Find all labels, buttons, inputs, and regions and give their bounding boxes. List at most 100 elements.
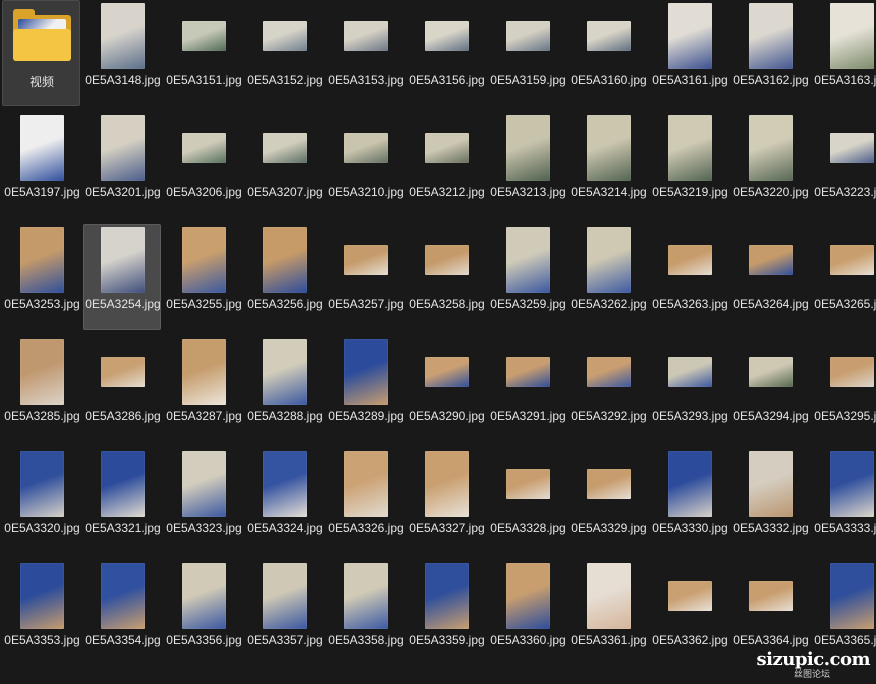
file-item[interactable]: 0E5A3207.jpg (245, 112, 323, 218)
file-item[interactable]: 0E5A3291.jpg (488, 336, 566, 442)
file-item[interactable]: 0E5A3356.jpg (164, 560, 242, 666)
file-item[interactable]: 0E5A3288.jpg (245, 336, 323, 442)
image-thumbnail (20, 451, 64, 517)
file-item[interactable]: 0E5A3360.jpg (488, 560, 566, 666)
file-item[interactable]: 0E5A3361.jpg (569, 560, 647, 666)
file-name: 0E5A3356.jpg (166, 633, 242, 647)
file-item[interactable]: 0E5A3254.jpg (83, 224, 161, 330)
file-name: 0E5A3256.jpg (247, 297, 323, 311)
thumbnail-frame (489, 449, 567, 519)
thumbnail-frame (651, 561, 729, 631)
file-item[interactable]: 0E5A3353.jpg (2, 560, 80, 666)
file-name: 0E5A3362.jpg (652, 633, 728, 647)
thumbnail-frame (651, 337, 729, 407)
file-item[interactable]: 0E5A3286.jpg (83, 336, 161, 442)
file-item[interactable]: 0E5A3354.jpg (83, 560, 161, 666)
image-thumbnail (263, 133, 307, 163)
file-item[interactable]: 0E5A3321.jpg (83, 448, 161, 554)
file-item[interactable]: 0E5A3289.jpg (326, 336, 404, 442)
image-thumbnail (830, 451, 874, 517)
file-item[interactable]: 0E5A3293.jpg (650, 336, 728, 442)
file-item[interactable]: 0E5A3285.jpg (2, 336, 80, 442)
image-thumbnail (344, 451, 388, 517)
file-item[interactable]: 0E5A3201.jpg (83, 112, 161, 218)
file-name: 0E5A3357.jpg (247, 633, 323, 647)
file-name: 0E5A3321.jpg (85, 521, 161, 535)
file-item[interactable]: 0E5A3153.jpg (326, 0, 404, 106)
file-item[interactable]: 0E5A3294.jpg (731, 336, 809, 442)
file-item[interactable]: 0E5A3257.jpg (326, 224, 404, 330)
file-item[interactable]: 0E5A3359.jpg (407, 560, 485, 666)
file-item[interactable]: 0E5A3358.jpg (326, 560, 404, 666)
file-item[interactable]: 0E5A3357.jpg (245, 560, 323, 666)
file-item[interactable]: 0E5A3328.jpg (488, 448, 566, 554)
file-item[interactable]: 0E5A3258.jpg (407, 224, 485, 330)
file-item[interactable]: 0E5A3163.jpg (812, 0, 876, 106)
file-item[interactable]: 0E5A3148.jpg (83, 0, 161, 106)
file-item[interactable]: 0E5A3262.jpg (569, 224, 647, 330)
file-item[interactable]: 0E5A3152.jpg (245, 0, 323, 106)
file-grid: 视频 0E5A3148.jpg 0E5A3151.jpg 0E5A3152.jpg 0… (0, 0, 876, 684)
file-item[interactable]: 0E5A3259.jpg (488, 224, 566, 330)
file-name: 0E5A3285.jpg (4, 409, 80, 423)
file-item[interactable]: 0E5A3151.jpg (164, 0, 242, 106)
file-item[interactable]: 0E5A3219.jpg (650, 112, 728, 218)
file-item[interactable]: 0E5A3197.jpg (2, 112, 80, 218)
file-name: 0E5A3286.jpg (85, 409, 161, 423)
image-thumbnail (506, 115, 550, 181)
folder-label: 视频 (29, 75, 54, 89)
thumbnail-frame (408, 561, 486, 631)
file-item[interactable]: 0E5A3210.jpg (326, 112, 404, 218)
file-name: 0E5A3290.jpg (409, 409, 485, 423)
image-thumbnail (587, 357, 631, 387)
file-item[interactable]: 0E5A3332.jpg (731, 448, 809, 554)
file-item[interactable]: 0E5A3223.jpg (812, 112, 876, 218)
thumbnail-frame (165, 337, 243, 407)
file-item[interactable]: 0E5A3290.jpg (407, 336, 485, 442)
file-name: 0E5A3156.jpg (409, 73, 485, 87)
file-item[interactable]: 0E5A3212.jpg (407, 112, 485, 218)
thumbnail-frame (570, 449, 648, 519)
file-item[interactable]: 0E5A3330.jpg (650, 448, 728, 554)
file-item[interactable]: 0E5A3159.jpg (488, 0, 566, 106)
file-name: 0E5A3148.jpg (85, 73, 161, 87)
file-item[interactable]: 0E5A3323.jpg (164, 448, 242, 554)
file-name: 0E5A3151.jpg (166, 73, 242, 87)
file-item[interactable]: 0E5A3263.jpg (650, 224, 728, 330)
file-item[interactable]: 0E5A3264.jpg (731, 224, 809, 330)
file-item[interactable]: 0E5A3253.jpg (2, 224, 80, 330)
file-item[interactable]: 0E5A3287.jpg (164, 336, 242, 442)
file-item[interactable]: 0E5A3333.jpg (812, 448, 876, 554)
file-name: 0E5A3333.jpg (814, 521, 876, 535)
file-item[interactable]: 0E5A3256.jpg (245, 224, 323, 330)
file-item[interactable]: 0E5A3265.jpg (812, 224, 876, 330)
file-item[interactable]: 0E5A3220.jpg (731, 112, 809, 218)
folder-item[interactable]: 视频 (2, 0, 80, 106)
file-item[interactable]: 0E5A3326.jpg (326, 448, 404, 554)
file-item[interactable]: 0E5A3362.jpg (650, 560, 728, 666)
file-item[interactable]: 0E5A3295.jpg (812, 336, 876, 442)
thumbnail-frame (165, 113, 243, 183)
file-name: 0E5A3365.jpg (814, 633, 876, 647)
file-item[interactable]: 0E5A3320.jpg (2, 448, 80, 554)
thumbnail-frame (651, 1, 729, 71)
image-thumbnail (830, 563, 874, 629)
file-item[interactable]: 0E5A3213.jpg (488, 112, 566, 218)
image-thumbnail (668, 357, 712, 387)
file-item[interactable]: 0E5A3160.jpg (569, 0, 647, 106)
file-item[interactable]: 0E5A3292.jpg (569, 336, 647, 442)
file-item[interactable]: 0E5A3214.jpg (569, 112, 647, 218)
file-item[interactable]: 0E5A3162.jpg (731, 0, 809, 106)
file-item[interactable]: 0E5A3255.jpg (164, 224, 242, 330)
file-item[interactable]: 0E5A3329.jpg (569, 448, 647, 554)
thumbnail-frame (732, 561, 810, 631)
file-item[interactable]: 0E5A3161.jpg (650, 0, 728, 106)
file-name: 0E5A3213.jpg (490, 185, 566, 199)
file-item[interactable]: 0E5A3324.jpg (245, 448, 323, 554)
file-item[interactable]: 0E5A3156.jpg (407, 0, 485, 106)
image-thumbnail (101, 357, 145, 387)
thumbnail-frame (327, 113, 405, 183)
file-item[interactable]: 0E5A3206.jpg (164, 112, 242, 218)
file-item[interactable]: 0E5A3327.jpg (407, 448, 485, 554)
file-name: 0E5A3162.jpg (733, 73, 809, 87)
